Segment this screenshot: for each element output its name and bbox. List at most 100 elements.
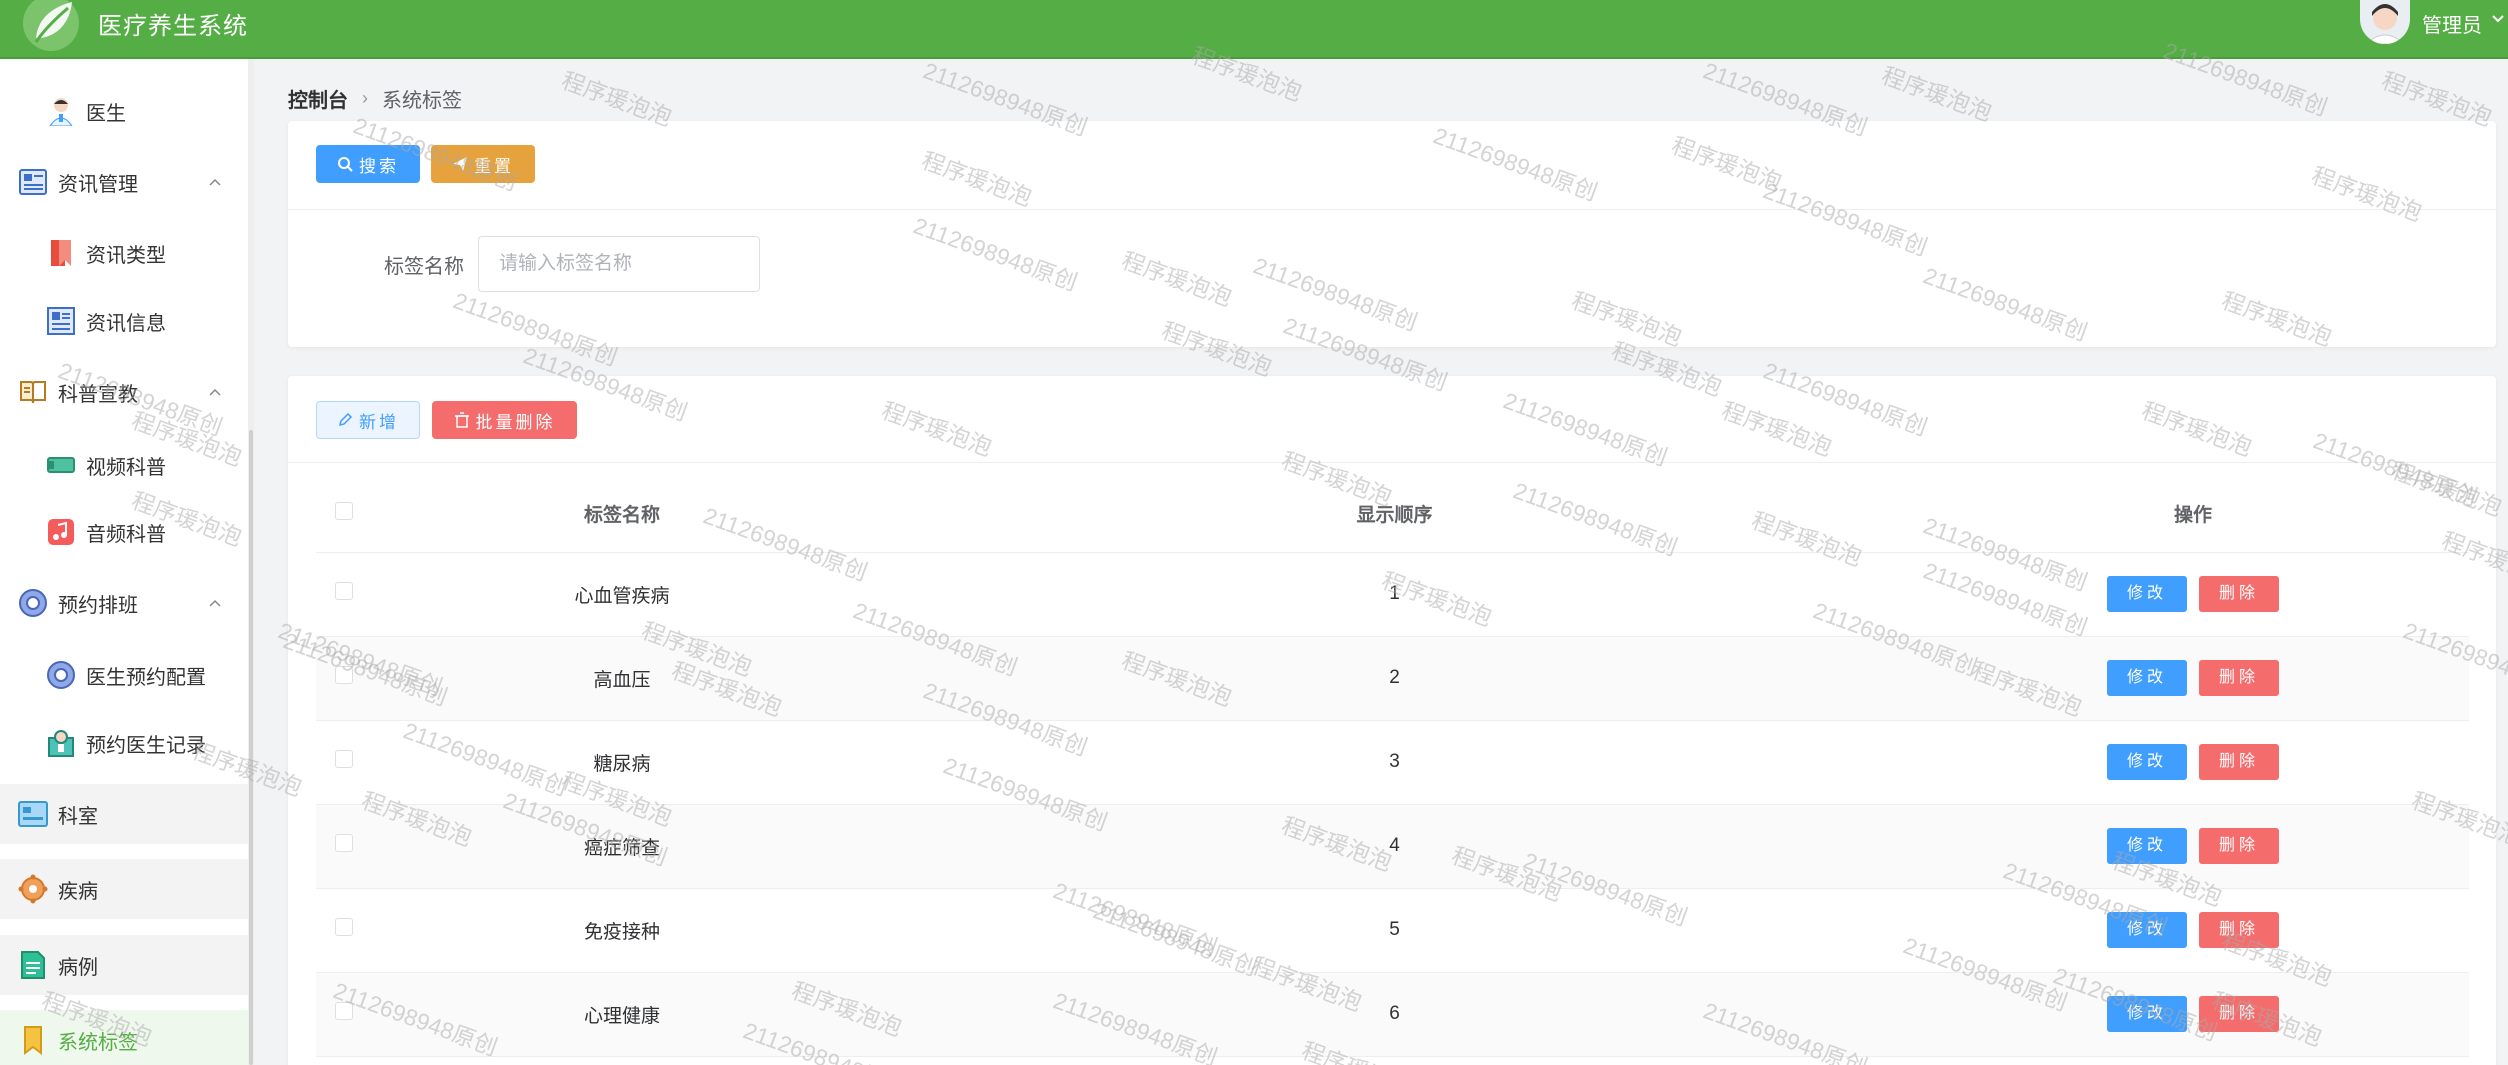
tag-name-cell: 癌症筛查 (372, 804, 872, 889)
user-avatar[interactable] (2360, 0, 2410, 44)
sidebar-item-label: 系统标签 (58, 1031, 138, 1054)
sidebar-item-appointment-records[interactable]: 预约医生记录 (0, 713, 248, 773)
table-row: 免疫接种 5 修改 删除 (316, 888, 2469, 973)
select-all-cell (316, 476, 372, 553)
user-name[interactable]: 管理员 (2422, 9, 2482, 38)
delete-button[interactable]: 删除 (2199, 576, 2279, 612)
sidebar-item-label: 科普宣教 (58, 383, 138, 406)
tag-name-cell: 糖尿病 (372, 720, 872, 805)
breadcrumb-home[interactable]: 控制台 (288, 84, 348, 113)
sidebar-item-system-tags[interactable]: 系统标签 (0, 1010, 248, 1065)
sidebar-scrollbar-thumb[interactable] (249, 430, 253, 1065)
gear-icon (46, 660, 76, 690)
sidebar-item-label: 资讯信息 (86, 312, 166, 335)
actions-cell: 修改 删除 (1917, 720, 2469, 805)
book-icon (18, 377, 48, 407)
chevron-down-icon[interactable] (2490, 10, 2506, 26)
actions-cell: 修改 删除 (1917, 552, 2469, 637)
sidebar-item-case[interactable]: 病例 (0, 935, 248, 995)
search-icon (338, 157, 353, 172)
tag-name-cell: 心血管疾病 (372, 552, 872, 637)
edit-button[interactable]: 修改 (2107, 996, 2187, 1032)
sidebar-item-label: 疾病 (58, 880, 98, 903)
row-checkbox[interactable] (335, 918, 353, 936)
display-order-cell: 6 (872, 972, 1917, 1057)
reset-button[interactable]: 重置 (431, 145, 535, 183)
newspaper-icon (46, 306, 76, 336)
sidebar-item-label: 资讯管理 (58, 173, 138, 196)
delete-button[interactable]: 删除 (2199, 996, 2279, 1032)
table-row: 心理健康 6 修改 删除 (316, 972, 2469, 1057)
breadcrumb-current: 系统标签 (382, 90, 462, 112)
sidebar-item-appointment-schedule[interactable]: 预约排班 (0, 573, 248, 633)
edit-button[interactable]: 修改 (2107, 912, 2187, 948)
record-icon (46, 728, 76, 758)
sidebar-item-doctor-appointment-config[interactable]: 医生预约配置 (0, 645, 248, 705)
sidebar-item-science-education[interactable]: 科普宣教 (0, 362, 248, 422)
table-card: 新增 批量删除 标签名称 显示顺序 操作 心血管疾病 1 修改 删除 高血压 2 修改 删除糖… (288, 376, 2496, 1065)
sidebar-item-label: 预约医生记录 (86, 734, 206, 757)
delete-button[interactable]: 删除 (2199, 744, 2279, 780)
delete-button[interactable]: 删除 (2199, 660, 2279, 696)
row-select-cell (316, 888, 372, 973)
tag-name-cell: 免疫接种 (372, 888, 872, 973)
row-select-cell (316, 552, 372, 637)
column-header-actions: 操作 (1917, 476, 2469, 553)
row-checkbox[interactable] (335, 666, 353, 684)
row-checkbox[interactable] (335, 834, 353, 852)
row-checkbox[interactable] (335, 1002, 353, 1020)
sidebar-item-doctor[interactable]: 医生 (0, 81, 248, 141)
tag-name-cell: 心理健康 (372, 972, 872, 1057)
row-select-cell (316, 972, 372, 1057)
bookmark-icon (46, 238, 76, 268)
delete-button[interactable]: 删除 (2199, 828, 2279, 864)
display-order-cell: 1 (872, 552, 1917, 637)
sidebar-item-news-management[interactable]: 资讯管理 (0, 152, 248, 212)
tag-icon (18, 1025, 48, 1055)
sidebar-item-disease[interactable]: 疾病 (0, 859, 248, 919)
divider (288, 209, 2496, 210)
table-row: 心血管疾病 1 修改 删除 (316, 552, 2469, 637)
row-select-cell (316, 636, 372, 721)
divider (288, 462, 2496, 463)
actions-cell: 修改 删除 (1917, 636, 2469, 721)
add-button[interactable]: 新增 (316, 401, 420, 439)
trash-icon (454, 412, 469, 428)
sidebar-item-department[interactable]: 科室 (0, 784, 248, 844)
tag-name-label: 标签名称 (384, 256, 464, 278)
actions-cell: 修改 删除 (1917, 888, 2469, 973)
edit-button[interactable]: 修改 (2107, 660, 2187, 696)
actions-cell: 修改 删除 (1917, 972, 2469, 1057)
sidebar-item-video-science[interactable]: 视频科普 (0, 435, 248, 495)
edit-button[interactable]: 修改 (2107, 744, 2187, 780)
sidebar-item-news-type[interactable]: 资讯类型 (0, 223, 248, 283)
sidebar-item-audio-science[interactable]: 音频科普 (0, 502, 248, 562)
delete-button[interactable]: 删除 (2199, 912, 2279, 948)
add-button-label: 新增 (359, 412, 399, 432)
sidebar-item-label: 医生 (86, 102, 126, 125)
row-select-cell (316, 720, 372, 805)
tag-name-cell: 高血压 (372, 636, 872, 721)
row-checkbox[interactable] (335, 582, 353, 600)
edit-button[interactable]: 修改 (2107, 576, 2187, 612)
sidebar-item-news-info[interactable]: 资讯信息 (0, 291, 248, 351)
doctor-icon (46, 96, 76, 126)
search-button[interactable]: 搜索 (316, 145, 420, 183)
reset-button-label: 重置 (474, 156, 514, 176)
sidebar-item-label: 视频科普 (86, 456, 166, 479)
watermark-text: 程序瑗泡泡 (1878, 61, 1996, 126)
send-icon (453, 157, 467, 171)
sidebar-item-label: 资讯类型 (86, 244, 166, 267)
edit-button[interactable]: 修改 (2107, 828, 2187, 864)
table-row: 癌症筛查 4 修改 删除 (316, 804, 2469, 889)
row-checkbox[interactable] (335, 750, 353, 768)
tag-name-input[interactable] (478, 236, 760, 292)
select-all-checkbox[interactable] (335, 501, 353, 520)
top-bar: 医疗养生系统 管理员 (0, 0, 2508, 59)
batch-delete-button-label: 批量删除 (475, 412, 556, 432)
batch-delete-button[interactable]: 批量删除 (432, 401, 577, 439)
sidebar-item-label: 预约排班 (58, 594, 138, 617)
display-order-cell: 2 (872, 636, 1917, 721)
video-icon (46, 450, 76, 480)
leaf-logo-icon (23, 0, 79, 51)
